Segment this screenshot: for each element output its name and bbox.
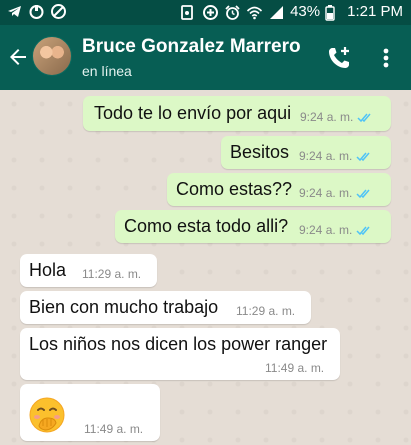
add-call-icon[interactable]: [326, 45, 352, 71]
alarm-icon: [224, 4, 241, 21]
battery-icon: [325, 4, 342, 21]
clock: 1:21 PM: [347, 3, 403, 20]
message-time: 11:49 a. m.: [84, 422, 144, 436]
message-bubble-incoming[interactable]: Los niños nos dicen los power ranger 11:…: [20, 328, 340, 380]
contact-name[interactable]: Bruce Gonzalez Marrero: [82, 36, 301, 58]
message-time: 9:24 a. m.: [299, 223, 375, 237]
status-bar: 43% 1:21 PM: [0, 0, 411, 25]
message-text: Como estas??: [176, 179, 293, 199]
message-bubble-outgoing[interactable]: Como estas?? 9:24 a. m.: [167, 173, 391, 206]
read-ticks-icon: [356, 226, 370, 235]
message-time: 9:24 a. m.: [299, 149, 375, 163]
wifi-icon: [246, 4, 263, 21]
message-time: 11:29 a. m.: [82, 267, 142, 281]
read-ticks-icon: [357, 113, 371, 122]
chat-area[interactable]: Todo te lo envío por aqui 9:24 a. m. Bes…: [0, 90, 411, 445]
message-text: Besitos: [230, 142, 290, 162]
blocked-icon: [50, 3, 67, 20]
read-ticks-icon: [356, 189, 370, 198]
message-bubble-outgoing[interactable]: Besitos 9:24 a. m.: [221, 136, 391, 169]
message-bubble-outgoing[interactable]: Todo te lo envío por aqui 9:24 a. m.: [83, 96, 391, 131]
signal-icon: [268, 4, 285, 21]
app-notification-icon: [28, 3, 45, 20]
message-text: Bien con mucho trabajo: [29, 297, 219, 317]
more-options-icon[interactable]: [376, 45, 396, 71]
battery-percentage: 43%: [290, 3, 321, 20]
message-bubble-incoming[interactable]: 11:49 a. m.: [20, 384, 160, 441]
telegram-icon: [6, 3, 23, 20]
chat-header: Bruce Gonzalez Marrero en línea: [0, 25, 411, 90]
message-time: 11:49 a. m.: [265, 361, 325, 375]
message-time: 11:29 a. m.: [236, 304, 296, 318]
message-bubble-incoming[interactable]: Bien con mucho trabajo 11:29 a. m.: [20, 291, 311, 324]
message-time: 9:24 a. m.: [299, 186, 375, 200]
message-text: Hola: [29, 260, 67, 280]
face-with-hand-over-mouth-emoji: [29, 397, 65, 433]
message-bubble-incoming[interactable]: Hola 11:29 a. m.: [20, 254, 157, 287]
message-text: Todo te lo envío por aqui: [94, 103, 292, 123]
sim-icon: [180, 4, 197, 21]
data-saver-icon: [202, 4, 219, 21]
read-ticks-icon: [356, 152, 370, 161]
message-text: Como esta todo alli?: [124, 216, 289, 236]
message-time: 9:24 a. m.: [300, 110, 376, 124]
message-bubble-outgoing[interactable]: Como esta todo alli? 9:24 a. m.: [115, 210, 391, 243]
back-arrow-icon[interactable]: [6, 45, 30, 69]
contact-status: en línea: [82, 63, 132, 79]
message-text: Los niños nos dicen los power ranger: [29, 334, 328, 354]
contact-avatar[interactable]: [32, 36, 72, 76]
